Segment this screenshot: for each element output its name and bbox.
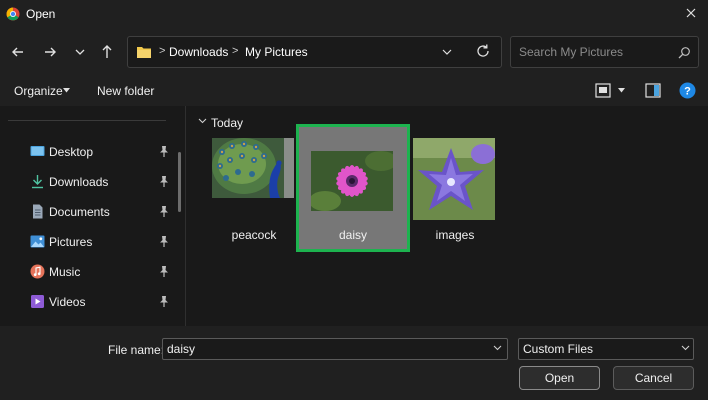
search-input[interactable]: Search My Pictures — [519, 45, 623, 59]
pin-icon[interactable] — [158, 175, 170, 188]
navigation-bar: > Downloads > My Pictures Search My Pict… — [0, 28, 708, 76]
file-name-field[interactable]: daisy — [162, 338, 508, 360]
pin-icon[interactable] — [158, 265, 170, 278]
recent-locations-chevron-icon[interactable] — [70, 42, 90, 62]
window-title: Open — [26, 7, 56, 21]
address-bar[interactable]: > Downloads > My Pictures — [127, 36, 502, 68]
file-name-label: daisy — [338, 228, 367, 242]
group-header-today[interactable]: Today — [211, 116, 243, 130]
pin-icon[interactable] — [158, 295, 170, 308]
file-list: Today peacock daisy images — [187, 106, 708, 326]
download-icon — [32, 175, 43, 189]
file-name-label: images — [435, 228, 475, 242]
pin-icon[interactable] — [158, 205, 170, 218]
music-icon — [30, 264, 45, 279]
file-type-value: Custom Files — [523, 342, 594, 356]
divider — [8, 120, 166, 121]
dialog-footer: File name: daisy Custom Files Open Cance… — [0, 326, 708, 400]
sidebar-item-label: Music — [49, 265, 81, 279]
breadcrumb-separator: > — [159, 45, 166, 57]
new-folder-button[interactable]: New folder — [97, 84, 154, 98]
sidebar-item-videos[interactable]: Videos — [0, 289, 176, 315]
sidebar-item-pictures[interactable]: Pictures — [0, 229, 176, 255]
close-icon[interactable] — [680, 4, 702, 24]
organize-menu[interactable]: Organize — [14, 84, 63, 98]
document-icon — [33, 204, 43, 219]
search-icon[interactable] — [677, 46, 691, 60]
preview-pane-icon[interactable] — [645, 83, 661, 98]
up-arrow-icon[interactable] — [97, 42, 117, 62]
caret-down-icon[interactable] — [618, 88, 625, 93]
file-tile-images[interactable]: images — [405, 130, 505, 244]
navigation-scrollbar[interactable] — [178, 152, 181, 212]
sidebar-item-label: Desktop — [49, 145, 94, 159]
folder-icon — [137, 47, 151, 58]
file-tile-peacock[interactable]: peacock — [204, 130, 304, 244]
help-icon[interactable]: ? — [679, 82, 696, 99]
cancel-button[interactable]: Cancel — [613, 366, 694, 390]
file-name-field-label: File name: — [108, 343, 165, 357]
caret-down-icon[interactable] — [63, 88, 70, 93]
chrome-icon — [6, 7, 20, 21]
search-box[interactable]: Search My Pictures — [510, 36, 699, 68]
forward-arrow-icon[interactable] — [40, 42, 60, 62]
open-button[interactable]: Open — [519, 366, 600, 390]
sidebar-item-music[interactable]: Music — [0, 259, 176, 285]
navigation-pane: Desktop Downloads Documents Pictures Mus… — [0, 106, 186, 326]
peacock-thumbnail — [212, 138, 294, 198]
pin-icon[interactable] — [158, 145, 170, 158]
chevron-down-icon[interactable] — [493, 345, 502, 351]
sidebar-item-label: Documents — [49, 205, 110, 219]
sidebar-item-label: Videos — [49, 295, 86, 309]
file-type-select[interactable]: Custom Files — [518, 338, 694, 360]
sidebar-item-label: Downloads — [49, 175, 109, 189]
chevron-down-icon[interactable] — [440, 45, 454, 59]
svg-text:?: ? — [684, 86, 691, 98]
breadcrumb-downloads[interactable]: Downloads — [169, 45, 228, 59]
daisy-thumbnail — [311, 151, 393, 211]
pictures-icon — [30, 235, 45, 248]
breadcrumb-my-pictures[interactable]: My Pictures — [245, 45, 308, 59]
sidebar-item-label: Pictures — [49, 235, 93, 249]
content-area: Desktop Downloads Documents Pictures Mus… — [0, 106, 708, 326]
file-name-label: peacock — [231, 228, 277, 242]
sidebar-item-desktop[interactable]: Desktop — [0, 139, 176, 165]
desktop-icon — [30, 146, 45, 156]
file-name-value[interactable]: daisy — [167, 342, 195, 356]
title-bar: Open — [0, 0, 708, 28]
pin-icon[interactable] — [158, 235, 170, 248]
file-tile-daisy[interactable]: daisy — [296, 124, 410, 252]
breadcrumb-separator: > — [232, 45, 239, 57]
chevron-down-icon[interactable] — [198, 118, 207, 124]
refresh-icon[interactable] — [475, 43, 491, 59]
sidebar-item-documents[interactable]: Documents — [0, 199, 176, 225]
sidebar-item-downloads[interactable]: Downloads — [0, 169, 176, 195]
videos-icon — [31, 295, 44, 308]
back-arrow-icon[interactable] — [8, 42, 28, 62]
view-options-icon[interactable] — [595, 83, 611, 98]
command-bar: Organize New folder ? — [0, 76, 708, 106]
images-thumbnail — [413, 138, 495, 220]
chevron-down-icon[interactable] — [681, 345, 690, 351]
